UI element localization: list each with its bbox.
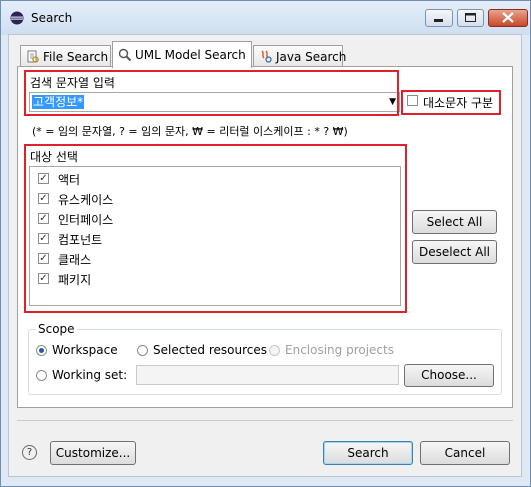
case-sensitive-checkbox[interactable] — [407, 95, 418, 106]
scope-label: Scope — [36, 322, 77, 336]
selected-resources-radio[interactable] — [137, 345, 148, 356]
cancel-button[interactable]: Cancel — [420, 441, 510, 465]
uml-model-icon — [118, 48, 132, 62]
tab-label: File Search — [43, 50, 109, 64]
search-string-label: 검색 문자열 입력 — [30, 76, 115, 90]
minimize-button[interactable] — [425, 9, 453, 27]
minimize-icon — [434, 19, 443, 22]
tab-label: UML Model Search — [135, 48, 246, 62]
search-hint: (* = 임의 문자열, ? = 임의 문자, ₩ = 리터럴 이스케이프 : … — [32, 125, 348, 138]
close-button[interactable] — [488, 9, 528, 27]
list-item-label: 인터페이스 — [58, 213, 114, 227]
search-string-combo[interactable]: 고객정보* ▼ — [29, 92, 400, 112]
choose-button[interactable]: Choose... — [404, 364, 494, 387]
close-icon — [502, 12, 514, 23]
window-title: Search — [31, 11, 73, 25]
file-search-icon — [27, 50, 39, 63]
tab-file-search[interactable]: File Search — [20, 45, 111, 67]
target-list: ✓ 액터 ✓ 유스케이스 ✓ 인터페이스 ✓ 컴포넌트 ✓ 클래스 ✓ 패키지 — [29, 166, 401, 306]
select-all-button[interactable]: Select All — [412, 210, 497, 234]
actor-checkbox[interactable]: ✓ — [38, 173, 49, 184]
working-set-field — [136, 365, 399, 385]
list-item-label: 액터 — [58, 173, 81, 187]
selected-resources-label[interactable]: Selected resources — [153, 343, 267, 357]
title-bar: Search — [1, 1, 530, 35]
list-item-label: 클래스 — [58, 253, 92, 267]
usecase-checkbox[interactable]: ✓ — [38, 193, 49, 204]
maximize-button[interactable] — [457, 9, 484, 27]
maximize-icon — [465, 13, 476, 22]
component-checkbox[interactable]: ✓ — [38, 233, 49, 244]
eclipse-icon — [10, 11, 24, 25]
deselect-all-button[interactable]: Deselect All — [412, 240, 497, 264]
tab-java-search[interactable]: Java Search — [253, 45, 347, 67]
customize-button[interactable]: Customize... — [50, 441, 136, 465]
chevron-down-icon[interactable]: ▼ — [389, 97, 396, 107]
java-search-icon — [261, 50, 272, 63]
workspace-radio[interactable] — [36, 345, 47, 356]
interface-checkbox[interactable]: ✓ — [38, 213, 49, 224]
tab-label: Java Search — [276, 50, 347, 64]
footer-separator — [17, 420, 513, 421]
target-selection-label: 대상 선택 — [30, 150, 78, 164]
workspace-label[interactable]: Workspace — [52, 343, 118, 357]
tab-uml-model-search[interactable]: UML Model Search — [112, 41, 252, 68]
class-checkbox[interactable]: ✓ — [38, 253, 49, 264]
package-checkbox[interactable]: ✓ — [38, 273, 49, 284]
working-set-radio[interactable] — [36, 370, 47, 381]
working-set-label[interactable]: Working set: — [52, 368, 127, 382]
list-item-label: 컴포넌트 — [58, 233, 103, 247]
list-item-label: 유스케이스 — [58, 193, 114, 207]
enclosing-projects-label: Enclosing projects — [285, 343, 394, 357]
list-item-label: 패키지 — [58, 273, 92, 287]
enclosing-projects-radio — [269, 345, 280, 356]
help-icon[interactable]: ? — [22, 445, 37, 460]
search-string-value: 고객정보* — [32, 95, 85, 109]
case-sensitive-label: 대소문자 구분 — [423, 96, 494, 110]
search-button[interactable]: Search — [323, 441, 413, 465]
